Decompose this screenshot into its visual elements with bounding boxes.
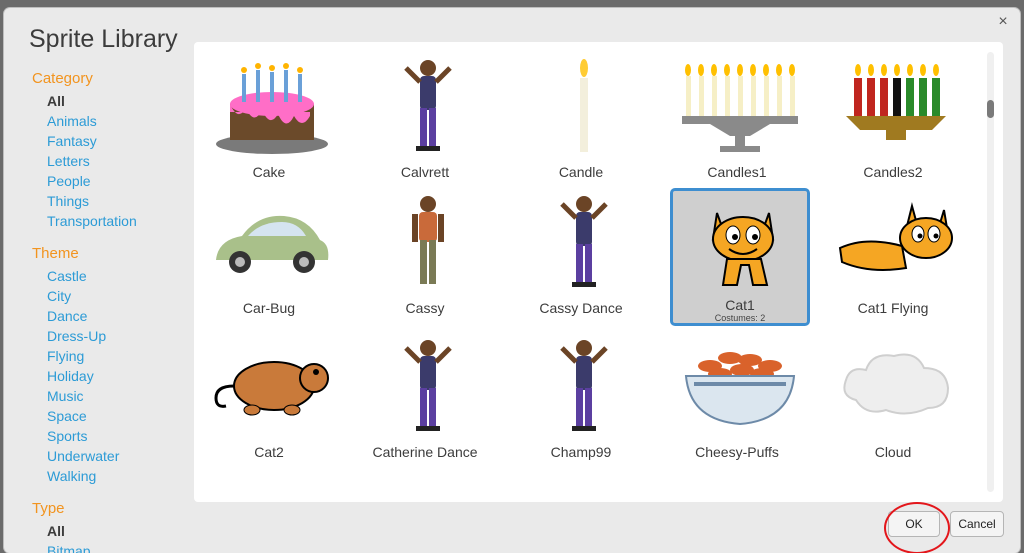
dialog-title: Sprite Library	[29, 25, 178, 53]
sprite-tile-cassy-dance[interactable]: Cassy Dance	[514, 188, 654, 326]
sprite-name: Catherine Dance	[372, 444, 478, 460]
menorah-icon	[680, 56, 800, 156]
bowl-icon	[680, 336, 800, 436]
type-item-bitmap[interactable]: Bitmap	[47, 543, 91, 553]
cat-icon	[683, 195, 803, 295]
sprite-tile-candle[interactable]: Candle	[514, 52, 654, 190]
theme-item-castle[interactable]: Castle	[47, 268, 87, 284]
highlight-ring	[884, 502, 950, 553]
candle-icon	[524, 56, 644, 156]
hamster-icon	[212, 336, 332, 436]
sprite-tile-cat1[interactable]: Cat1 Costumes: 2	[670, 188, 810, 326]
cancel-button[interactable]: Cancel	[950, 511, 1004, 537]
dancer-icon	[368, 56, 488, 156]
type-item-all[interactable]: All	[47, 523, 65, 539]
sprite-name: Cassy	[405, 300, 445, 316]
kinara-icon	[836, 56, 956, 156]
dancer-icon	[524, 192, 644, 292]
close-icon[interactable]: ×	[994, 13, 1012, 31]
costume-count: Costumes: 2	[714, 313, 766, 323]
category-item-people[interactable]: People	[47, 173, 91, 189]
cat-flying-icon	[836, 192, 956, 292]
sprite-tile-candles1[interactable]: Candles1	[670, 52, 810, 190]
cake-icon	[212, 56, 332, 156]
sprite-grid: Cake Calvrett Candle Candles1 Candles2 Car-Bu…	[194, 42, 1003, 502]
sprite-tile-catherine-dance[interactable]: Catherine Dance	[358, 332, 498, 470]
sprite-name: Cheesy-Puffs	[695, 444, 779, 460]
sprite-tile-cassy[interactable]: Cassy	[358, 188, 498, 326]
sprite-name: Cat2	[254, 444, 284, 460]
sprite-name: Cat1 Flying	[857, 300, 929, 316]
sprite-tile-cheesy-puffs[interactable]: Cheesy-Puffs	[670, 332, 810, 470]
sprite-tile-candles2[interactable]: Candles2	[826, 52, 966, 190]
filter-sidebar: Category All Animals Fantasy Letters Peo…	[4, 64, 192, 553]
theme-item-walking[interactable]: Walking	[47, 468, 96, 484]
sprite-name: Candles1	[707, 164, 767, 180]
sprite-name: Calvrett	[400, 164, 450, 180]
theme-item-sports[interactable]: Sports	[47, 428, 87, 444]
sprite-name: Candles2	[863, 164, 923, 180]
theme-item-underwater[interactable]: Underwater	[47, 448, 119, 464]
sprite-tile-champ99[interactable]: Champ99	[514, 332, 654, 470]
sprite-name: Cake	[252, 164, 286, 180]
sprite-tile-cake[interactable]: Cake	[202, 52, 342, 190]
category-item-letters[interactable]: Letters	[47, 153, 90, 169]
category-item-things[interactable]: Things	[47, 193, 89, 209]
scrollbar-thumb[interactable]	[987, 100, 994, 118]
category-item-all[interactable]: All	[47, 93, 65, 109]
sprite-tile-cat1-flying[interactable]: Cat1 Flying	[826, 188, 966, 326]
sprite-name: Car-Bug	[242, 300, 296, 316]
sprite-tile-car-bug[interactable]: Car-Bug	[202, 188, 342, 326]
theme-item-city[interactable]: City	[47, 288, 71, 304]
theme-item-space[interactable]: Space	[47, 408, 87, 424]
theme-item-dance[interactable]: Dance	[47, 308, 87, 324]
sprite-tile-cat2[interactable]: Cat2	[202, 332, 342, 470]
theme-item-flying[interactable]: Flying	[47, 348, 84, 364]
theme-item-music[interactable]: Music	[47, 388, 84, 404]
sprite-name: Champ99	[550, 444, 612, 460]
sprite-name: Cloud	[874, 444, 912, 460]
theme-item-dress-up[interactable]: Dress-Up	[47, 328, 106, 344]
sprite-tile-calvrett[interactable]: Calvrett	[358, 52, 498, 190]
dancer-icon	[524, 336, 644, 436]
type-heading: Type	[32, 500, 65, 517]
category-item-transportation[interactable]: Transportation	[47, 213, 137, 229]
vertical-scrollbar[interactable]	[987, 52, 994, 492]
category-heading: Category	[32, 70, 93, 87]
sprite-tile-cloud[interactable]: Cloud	[826, 332, 966, 470]
sprite-name: Cat1	[725, 297, 755, 313]
theme-item-holiday[interactable]: Holiday	[47, 368, 94, 384]
category-item-fantasy[interactable]: Fantasy	[47, 133, 97, 149]
sprite-library-dialog: Sprite Library × Category All Animals Fa…	[4, 8, 1020, 553]
sprite-name: Candle	[558, 164, 604, 180]
cloud-icon	[836, 336, 956, 436]
category-item-animals[interactable]: Animals	[47, 113, 97, 129]
sprite-name: Cassy Dance	[539, 300, 623, 316]
person-icon	[368, 192, 488, 292]
dancer-icon	[368, 336, 488, 436]
car-icon	[212, 192, 332, 292]
theme-heading: Theme	[32, 245, 79, 262]
